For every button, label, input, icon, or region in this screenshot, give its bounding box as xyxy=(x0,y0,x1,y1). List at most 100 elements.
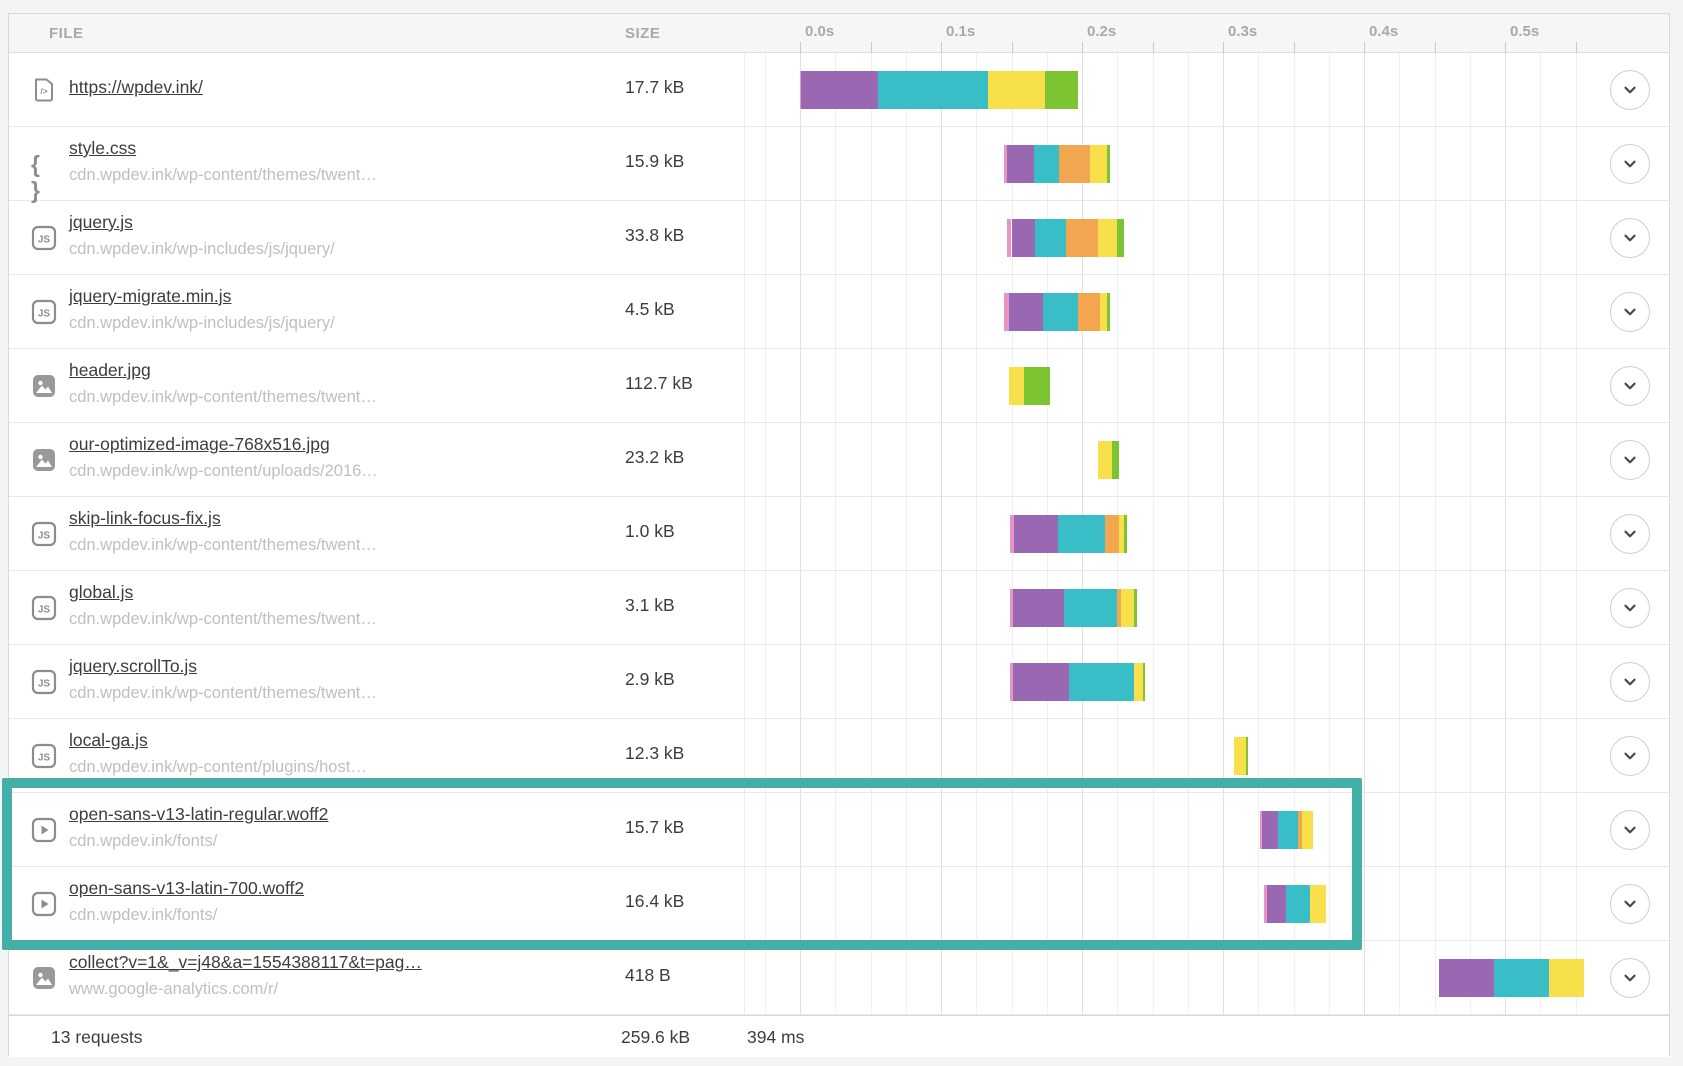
file-size: 16.4 kB xyxy=(625,891,684,912)
table-header: FILE SIZE 0.0s0.1s0.2s0.3s0.4s0.5s xyxy=(9,14,1669,53)
request-row: header.jpg cdn.wpdev.ink/wp-content/theme… xyxy=(9,349,1669,423)
bar-segment-yellow[interactable] xyxy=(1100,293,1107,331)
bar-segment-yellow[interactable] xyxy=(1549,959,1584,997)
bar-segment-yellow[interactable] xyxy=(1310,885,1326,923)
bar-segment-yellow[interactable] xyxy=(1090,145,1107,183)
file-link[interactable]: jquery.scrollTo.js xyxy=(69,656,197,677)
expand-button[interactable] xyxy=(1610,810,1650,850)
bar-segment-yellow[interactable] xyxy=(1009,367,1025,405)
time-tick-label: 0.5s xyxy=(1510,23,1539,40)
bar-segment-purple[interactable] xyxy=(801,71,877,109)
bar-segment-yellow[interactable] xyxy=(1098,441,1112,479)
bar-segment-purple[interactable] xyxy=(1262,811,1278,849)
file-url: cdn.wpdev.ink/wp-content/plugins/host… xyxy=(69,758,367,777)
bar-segment-cyan[interactable] xyxy=(1058,515,1105,553)
bar-segment-cyan[interactable] xyxy=(1069,663,1134,701)
bar-segment-green[interactable] xyxy=(1134,589,1137,627)
file-link[interactable]: https://wpdev.ink/ xyxy=(69,77,203,98)
request-row: collect?v=1&_v=j48&a=1554388117&t=pag…ww… xyxy=(9,941,1669,1015)
expand-button[interactable] xyxy=(1610,70,1650,110)
svg-text:JS: JS xyxy=(38,309,51,320)
js-icon: JS xyxy=(31,521,57,547)
file-size: 17.7 kB xyxy=(625,77,684,98)
bar-segment-cyan[interactable] xyxy=(1035,219,1066,257)
file-url: cdn.wpdev.ink/wp-content/themes/twent… xyxy=(69,388,377,407)
bar-segment-green[interactable] xyxy=(1112,441,1119,479)
file-link[interactable]: skip-link-focus-fix.js xyxy=(69,508,221,529)
bar-segment-cyan[interactable] xyxy=(1494,959,1549,997)
bar-segment-purple[interactable] xyxy=(1013,589,1064,627)
bar-segment-green[interactable] xyxy=(1117,219,1124,257)
svg-text:JS: JS xyxy=(38,605,51,616)
expand-button[interactable] xyxy=(1610,144,1650,184)
expand-button[interactable] xyxy=(1610,884,1650,924)
bar-segment-yellow[interactable] xyxy=(1134,663,1142,701)
bar-segment-purple[interactable] xyxy=(1009,293,1043,331)
bar-segment-green[interactable] xyxy=(1124,515,1127,553)
file-link[interactable]: jquery-migrate.min.js xyxy=(69,286,231,307)
bar-segment-orange[interactable] xyxy=(1059,145,1090,183)
file-link[interactable]: local-ga.js xyxy=(69,730,148,751)
bar-segment-green[interactable] xyxy=(1107,145,1110,183)
expand-button[interactable] xyxy=(1610,366,1650,406)
request-row: />https://wpdev.ink/17.7 kB xyxy=(9,53,1669,127)
expand-button[interactable] xyxy=(1610,292,1650,332)
file-link[interactable]: open-sans-v13-latin-700.woff2 xyxy=(69,878,304,899)
bar-segment-cyan[interactable] xyxy=(1034,145,1059,183)
bar-segment-purple[interactable] xyxy=(1439,959,1494,997)
bar-segment-orange[interactable] xyxy=(1105,515,1119,553)
chevron-down-icon xyxy=(1621,747,1639,765)
file-link[interactable]: header.jpg xyxy=(69,360,151,381)
bar-segment-yellow[interactable] xyxy=(988,71,1046,109)
bar-segment-green[interactable] xyxy=(1045,71,1077,109)
bar-segment-cyan[interactable] xyxy=(1043,293,1078,331)
chevron-down-icon xyxy=(1621,377,1639,395)
bar-segment-orange[interactable] xyxy=(1078,293,1101,331)
file-link[interactable]: global.js xyxy=(69,582,133,603)
bar-segment-yellow[interactable] xyxy=(1302,811,1313,849)
tick-mark xyxy=(1082,42,1083,53)
file-link[interactable]: our-optimized-image-768x516.jpg xyxy=(69,434,330,455)
expand-button[interactable] xyxy=(1610,958,1650,998)
file-link[interactable]: open-sans-v13-latin-regular.woff2 xyxy=(69,804,328,825)
file-link[interactable]: collect?v=1&_v=j48&a=1554388117&t=pag… xyxy=(69,952,422,973)
bar-segment-green[interactable] xyxy=(1143,663,1146,701)
time-tick-label: 0.3s xyxy=(1228,23,1257,40)
tick-mark xyxy=(1505,42,1506,53)
bar-segment-cyan[interactable] xyxy=(1286,885,1310,923)
expand-button[interactable] xyxy=(1610,588,1650,628)
chevron-down-icon xyxy=(1621,81,1639,99)
file-size: 4.5 kB xyxy=(625,299,675,320)
bar-segment-purple[interactable] xyxy=(1012,219,1036,257)
expand-button[interactable] xyxy=(1610,218,1650,258)
file-url: cdn.wpdev.ink/wp-content/themes/twent… xyxy=(69,684,377,703)
bar-segment-cyan[interactable] xyxy=(1278,811,1298,849)
file-url: cdn.wpdev.ink/wp-content/themes/twent… xyxy=(69,610,377,629)
request-rows: />https://wpdev.ink/17.7 kB{ }style.cssc… xyxy=(9,53,1669,1015)
expand-button[interactable] xyxy=(1610,662,1650,702)
file-link[interactable]: style.css xyxy=(69,138,136,159)
bar-segment-purple[interactable] xyxy=(1267,885,1287,923)
bar-segment-purple[interactable] xyxy=(1007,145,1034,183)
expand-button[interactable] xyxy=(1610,440,1650,480)
bar-segment-yellow[interactable] xyxy=(1234,737,1245,775)
bar-segment-orange[interactable] xyxy=(1066,219,1097,257)
bar-segment-cyan[interactable] xyxy=(878,71,988,109)
bar-segment-green[interactable] xyxy=(1246,737,1249,775)
bar-segment-purple[interactable] xyxy=(1014,515,1058,553)
bar-segment-green[interactable] xyxy=(1024,367,1049,405)
bar-segment-cyan[interactable] xyxy=(1064,589,1118,627)
bar-segment-yellow[interactable] xyxy=(1121,589,1134,627)
chevron-down-icon xyxy=(1621,969,1639,987)
expand-button[interactable] xyxy=(1610,736,1650,776)
bar-segment-purple[interactable] xyxy=(1013,663,1069,701)
bar-segment-green[interactable] xyxy=(1107,293,1110,331)
file-size: 2.9 kB xyxy=(625,669,675,690)
file-size: 15.7 kB xyxy=(625,817,684,838)
request-row: JSlocal-ga.jscdn.wpdev.ink/wp-content/pl… xyxy=(9,719,1669,793)
bar-segment-yellow[interactable] xyxy=(1098,219,1118,257)
expand-button[interactable] xyxy=(1610,514,1650,554)
time-tick-label: 0.1s xyxy=(946,23,975,40)
file-link[interactable]: jquery.js xyxy=(69,212,133,233)
file-url: www.google-analytics.com/r/ xyxy=(69,980,278,999)
